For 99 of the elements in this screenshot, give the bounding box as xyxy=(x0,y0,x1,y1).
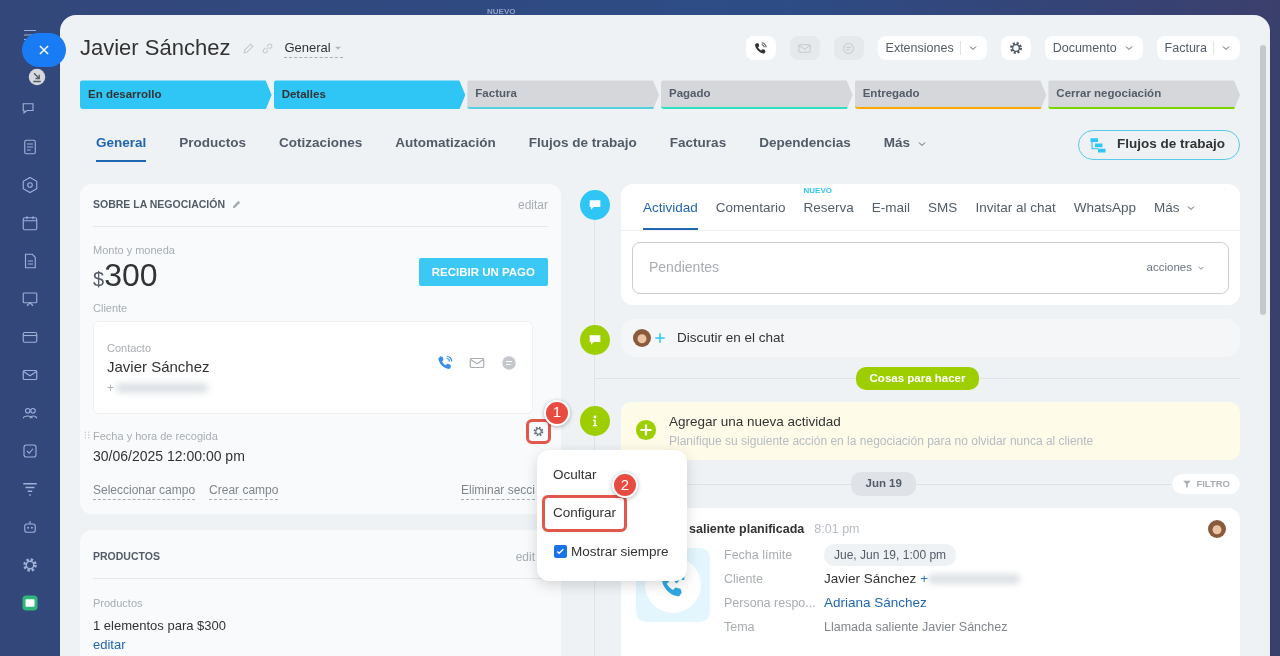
tab[interactable]: Flujos de trabajo xyxy=(528,127,637,162)
field-label: Tema xyxy=(724,618,756,636)
field-label: Fecha y hora de recogida xyxy=(93,428,219,444)
chat-label: Discutir en el chat xyxy=(677,328,785,347)
more-tab[interactable]: Más xyxy=(1153,183,1198,230)
todo-card[interactable]: Agregar una nueva actividad Planifique su siguiente acción en la negociación para no olvidar nunca al cliente xyxy=(621,402,1240,461)
settings-button[interactable] xyxy=(1000,36,1031,61)
todo-title: Agregar una nueva actividad xyxy=(669,413,842,432)
scrollbar[interactable] xyxy=(1260,45,1266,315)
contact-name[interactable]: Javier Sánchez xyxy=(824,568,917,589)
field-label: Monto y moneda xyxy=(93,242,175,258)
menu-item[interactable]: Mostrar siempre xyxy=(545,536,677,567)
callout-badge: 1 xyxy=(544,399,570,426)
contact-name[interactable]: Javier Sánchez xyxy=(107,356,210,379)
composer-tab[interactable]: E-mail xyxy=(871,183,911,230)
composer-tab[interactable]: NUEVO Reserva xyxy=(803,183,854,230)
field-label: Contacto xyxy=(107,340,153,356)
field-label: Cliente xyxy=(93,301,129,317)
field-label: Persona respo... xyxy=(724,594,817,612)
document-icon[interactable] xyxy=(21,138,39,156)
dashed-link[interactable]: Crear campo xyxy=(209,481,279,501)
pencil-icon[interactable] xyxy=(231,199,243,211)
dropdown-button[interactable]: Extensiones xyxy=(877,36,987,61)
phone-prefix: + xyxy=(107,379,114,397)
tab[interactable]: Productos xyxy=(179,127,247,162)
add-icon xyxy=(635,419,657,442)
edit-link[interactable]: editar xyxy=(93,637,126,653)
avatar-icon xyxy=(1208,520,1226,538)
stage-step[interactable]: Pagado xyxy=(661,80,853,110)
dropdown-button[interactable]: Documento xyxy=(1044,36,1143,61)
page-title: Javier Sánchez xyxy=(80,35,231,62)
avatar-icon xyxy=(633,328,651,347)
person-link[interactable]: Adriana Sánchez xyxy=(824,592,927,613)
tab[interactable]: General xyxy=(96,127,147,162)
filter-icon[interactable] xyxy=(21,480,39,498)
calendar-icon[interactable] xyxy=(21,214,39,232)
close-button[interactable] xyxy=(22,33,66,67)
input-field[interactable]: Pendientes acciones xyxy=(632,241,1229,294)
phone-icon xyxy=(753,40,769,56)
dashed-link[interactable]: Seleccionar campo xyxy=(93,481,196,501)
actions-dropdown[interactable]: acciones xyxy=(1140,258,1212,278)
settings-icon xyxy=(1007,40,1024,57)
phone-icon[interactable] xyxy=(436,353,454,372)
plus-icon xyxy=(653,330,667,345)
tab[interactable]: Facturas xyxy=(669,127,727,162)
composer-tab[interactable]: Comentario xyxy=(715,183,786,230)
date-label: Jun 19 xyxy=(851,472,916,496)
section-title: SOBRE LA NEGOCIACIÓN xyxy=(93,196,226,212)
section-label: Cosas para hacer xyxy=(855,366,980,391)
presentation-icon[interactable] xyxy=(21,290,39,308)
phone-prefix[interactable]: + xyxy=(920,568,929,589)
stage-step[interactable]: En desarrollo xyxy=(80,80,272,110)
field-value: 1 elementos para $300 xyxy=(93,616,227,635)
composer-tab[interactable]: WhatsApp xyxy=(1073,183,1136,230)
download-icon[interactable] xyxy=(28,68,46,86)
stage-step[interactable]: Detalles xyxy=(273,80,466,110)
currency-symbol: $ xyxy=(93,268,105,293)
filter-icon xyxy=(1182,479,1193,489)
field-label: Cliente xyxy=(724,570,764,588)
tab[interactable]: Dependencias xyxy=(759,127,851,162)
chat-row[interactable]: Discutir en el chat xyxy=(621,318,1240,357)
stage-step[interactable]: Cerrar negociación xyxy=(1048,80,1241,110)
stage-step[interactable]: Factura xyxy=(467,80,659,110)
more-tab[interactable]: Más xyxy=(883,127,928,162)
amount-value: 300 xyxy=(104,258,158,294)
composer-tab[interactable]: SMS xyxy=(928,183,958,230)
composer-tab[interactable]: Actividad xyxy=(643,183,698,230)
phone-button[interactable] xyxy=(745,36,776,61)
workflow-icon xyxy=(1089,135,1107,154)
view-selector[interactable]: General xyxy=(284,37,343,59)
menu-item[interactable]: Ocultar xyxy=(545,460,605,491)
background-label: NUEVO xyxy=(487,6,516,18)
section-title: PRODUCTOS xyxy=(93,549,160,565)
callout-badge: 2 xyxy=(612,472,639,499)
todo-subtitle: Planifique su siguiente acción en la negociación para no olvidar nunca al cliente xyxy=(669,433,1094,451)
activity-time: 8:01 pm xyxy=(814,520,860,538)
chat-icon xyxy=(841,40,857,56)
tab[interactable]: Automatización xyxy=(395,127,496,162)
date-pill: Jue, Jun 19, 1:00 pm xyxy=(824,543,957,566)
menu-item[interactable]: Configurar xyxy=(545,498,625,529)
composer-tab[interactable]: Invitar al chat xyxy=(975,183,1056,230)
settings-icon[interactable] xyxy=(21,556,39,574)
field-label: Productos xyxy=(93,596,144,612)
field-value: 30/06/2025 12:00:00 pm xyxy=(93,447,245,467)
close-icon xyxy=(37,43,51,57)
settings-icon xyxy=(532,424,545,438)
tab[interactable]: Cotizaciones xyxy=(279,127,363,162)
app-icon[interactable] xyxy=(21,594,39,612)
stage-step[interactable]: Entregado xyxy=(854,80,1047,110)
checkbox-icon[interactable] xyxy=(21,442,39,460)
dashed-link[interactable]: Eliminar secci xyxy=(461,481,535,501)
field-value: Llamada saliente Javier Sánchez xyxy=(824,618,1008,636)
dropdown-button[interactable]: Factura xyxy=(1156,36,1240,61)
activity-title: saliente planificada xyxy=(689,520,805,538)
hexagon-icon[interactable] xyxy=(21,176,39,194)
new-label: NUEVO xyxy=(803,184,832,197)
robot-icon[interactable] xyxy=(21,518,39,536)
field-label: Fecha límite xyxy=(724,546,794,564)
settings-button[interactable] xyxy=(529,421,548,441)
